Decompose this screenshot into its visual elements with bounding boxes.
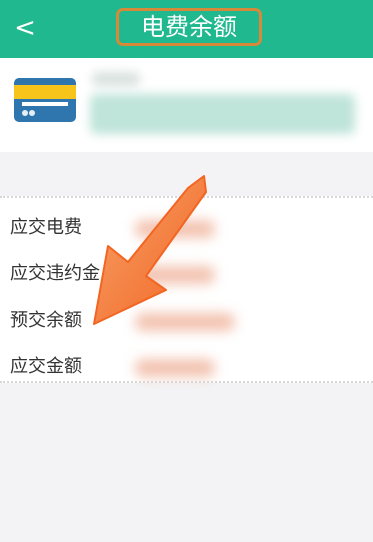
arrow-icon [93, 175, 207, 325]
